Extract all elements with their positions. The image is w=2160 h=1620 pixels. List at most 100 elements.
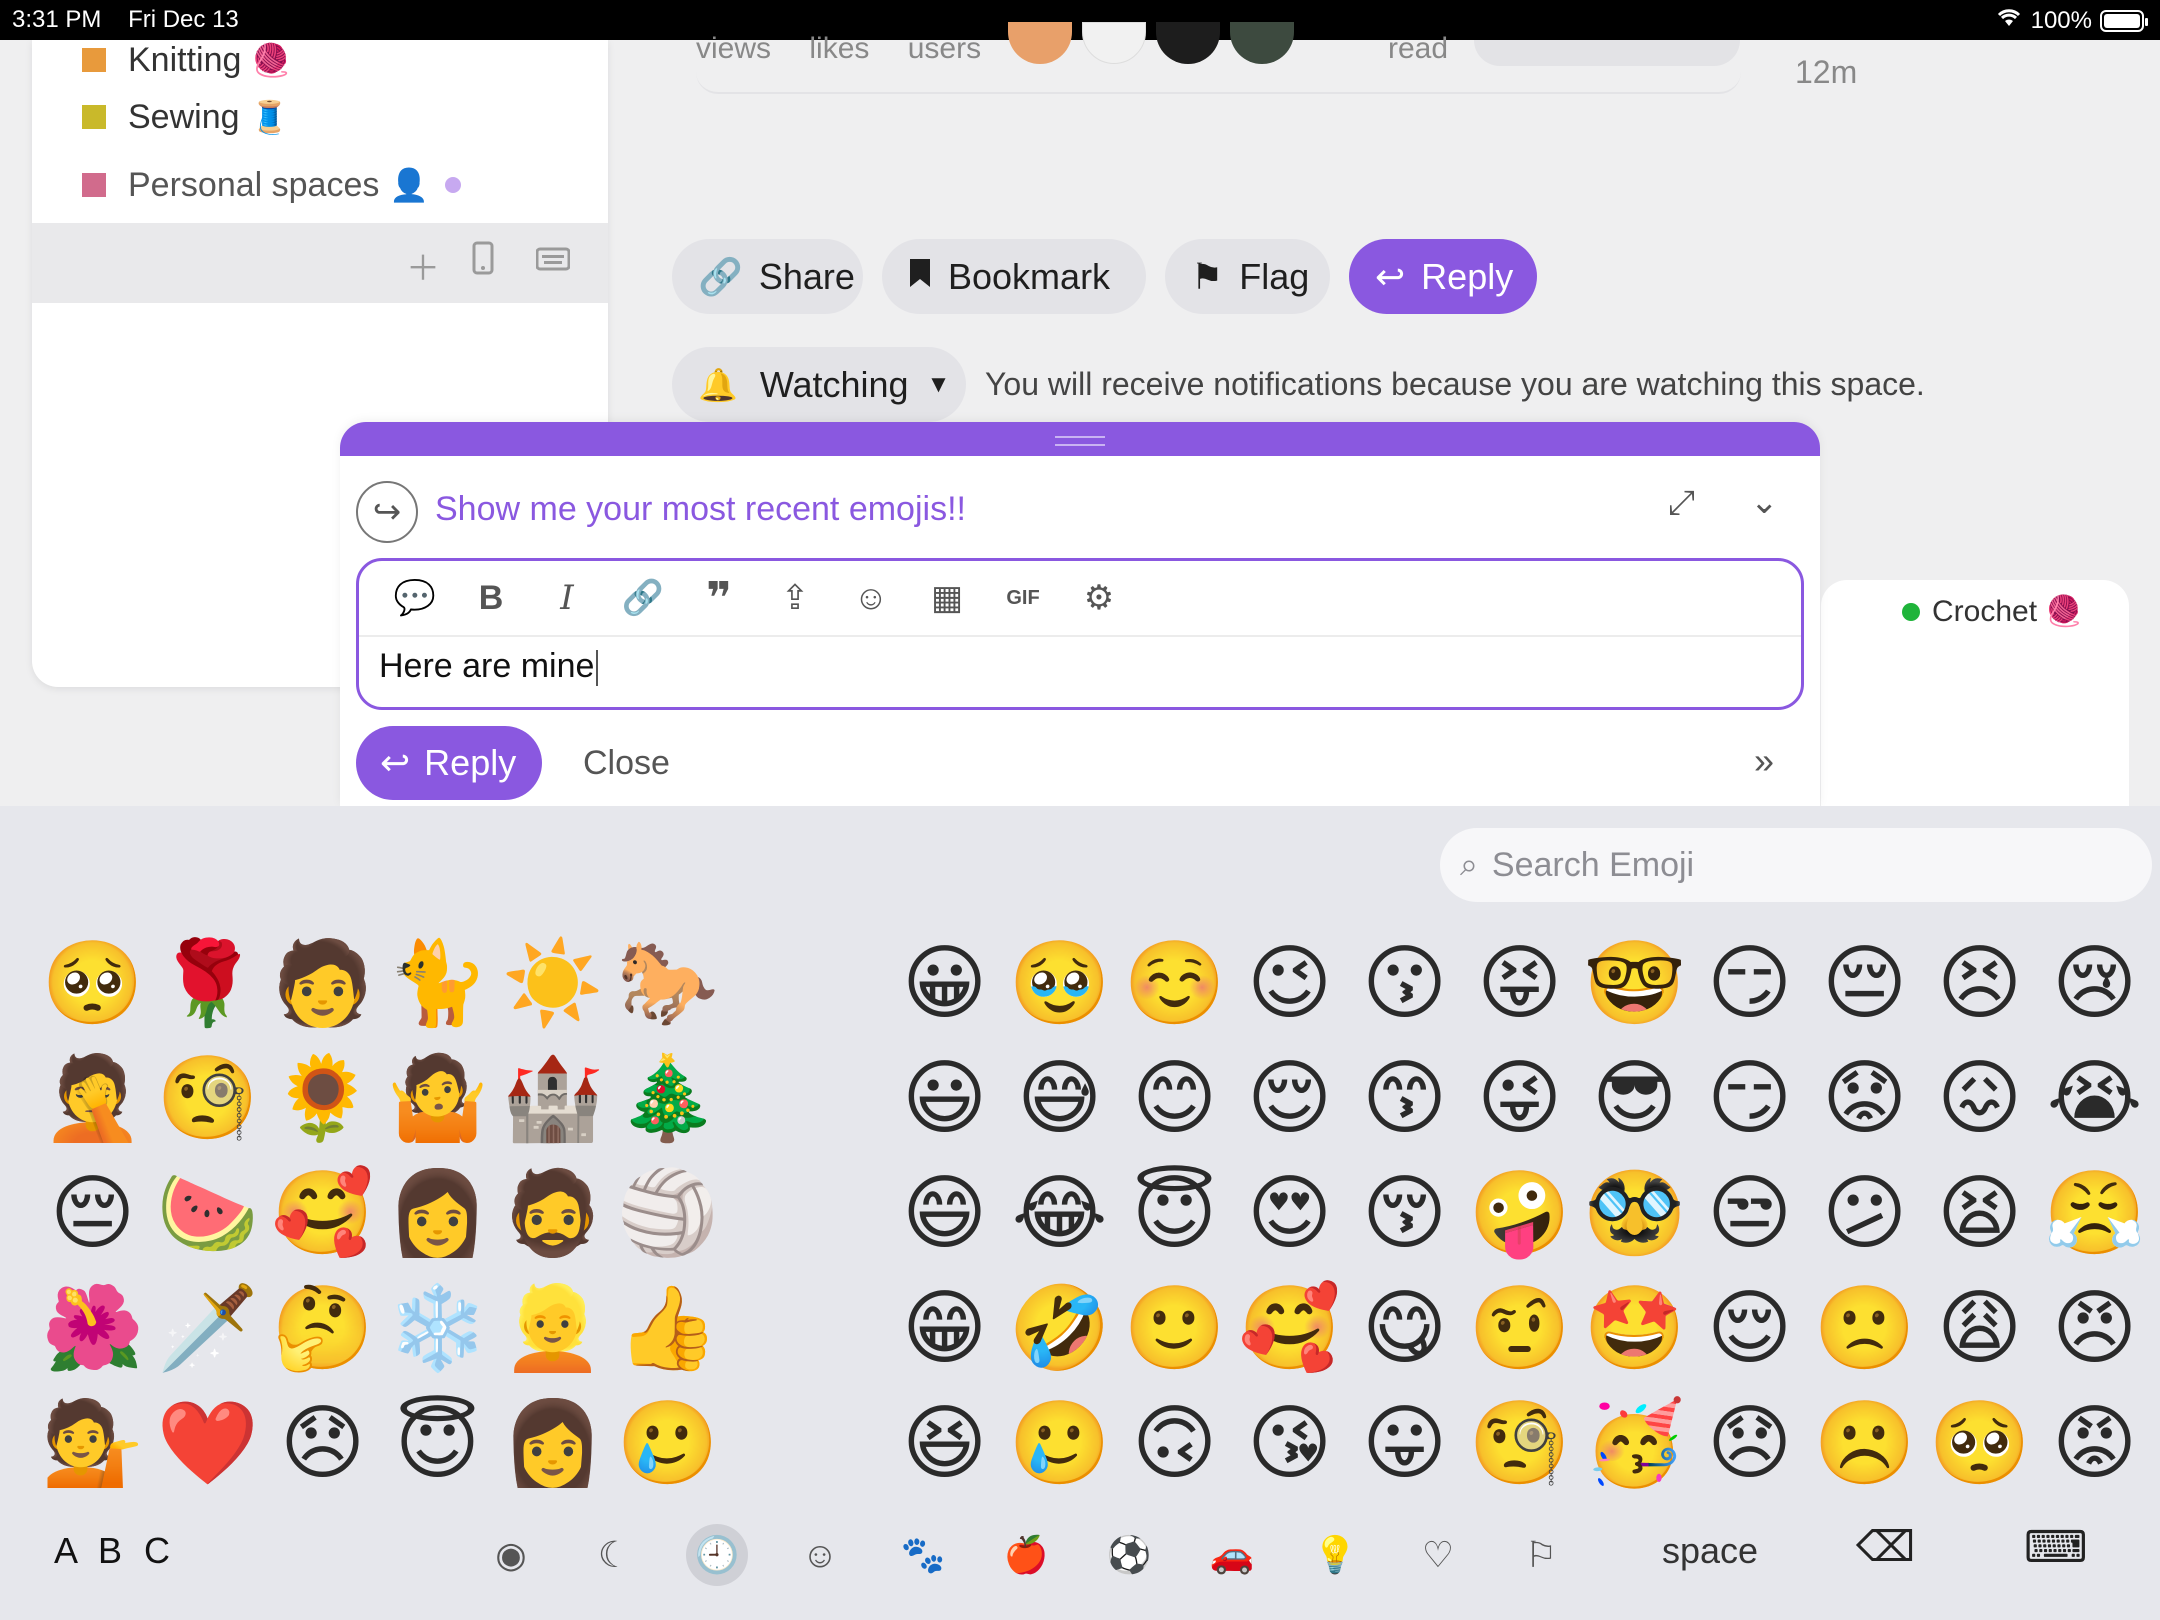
emoji-key[interactable]: 😁 — [887, 1271, 1002, 1386]
apple-icon[interactable]: 🍎 — [995, 1524, 1057, 1586]
emoji-search-input[interactable]: ⌕ Search Emoji — [1440, 828, 2152, 902]
emoji-key[interactable]: 😣 — [1922, 926, 2037, 1041]
emoji-key[interactable]: 🌹 — [150, 926, 265, 1041]
flag-button[interactable]: ⚑ Flag — [1165, 239, 1330, 314]
emoji-key[interactable]: 😔 — [1807, 926, 1922, 1041]
emoji-key[interactable]: 👩 — [495, 1386, 610, 1501]
emoji-key[interactable]: ☺️ — [1117, 926, 1232, 1041]
emoji-key[interactable]: 💁 — [35, 1386, 150, 1501]
emoji-key[interactable]: 😟 — [1807, 1041, 1922, 1156]
space-key[interactable]: space — [1662, 1530, 1758, 1572]
emoji-key[interactable]: 🤔 — [265, 1271, 380, 1386]
emoji-key[interactable]: 😫 — [1922, 1156, 2037, 1271]
reply-target-icon[interactable]: ↪ — [356, 481, 418, 543]
plus-icon[interactable]: ＋ — [406, 241, 440, 290]
emoji-key[interactable]: 😌 — [1692, 1271, 1807, 1386]
italic-icon[interactable]: I — [529, 578, 605, 618]
emoji-key[interactable]: 🥳 — [1577, 1386, 1692, 1501]
flag-icon[interactable]: ⚐ — [1510, 1524, 1572, 1586]
gear-icon[interactable]: ⚙ — [1061, 578, 1137, 618]
emoji-key[interactable]: 🎄 — [610, 1041, 725, 1156]
emoji-key[interactable]: 😒 — [1692, 1156, 1807, 1271]
sidebar-item-personal-spaces[interactable]: Personal spaces 👤 — [82, 160, 462, 210]
emoji-key[interactable]: 🥲 — [1002, 1386, 1117, 1501]
gif-icon[interactable]: GIF — [985, 587, 1061, 610]
emoji-key[interactable]: 😘 — [1232, 1386, 1347, 1501]
emoji-key[interactable]: 🧔 — [495, 1156, 610, 1271]
composer-editor[interactable]: 💬 B I 🔗 ❞ ⇪ ☺ ▦ GIF ⚙ Here are mine — [356, 558, 1804, 710]
emoji-key[interactable]: ❄️ — [380, 1271, 495, 1386]
emoji-key[interactable]: 😇 — [380, 1386, 495, 1501]
emoji-key[interactable]: 🧐 — [1462, 1386, 1577, 1501]
emoji-key[interactable]: 🐈 — [380, 926, 495, 1041]
composer-reply-button[interactable]: ↩ Reply — [356, 726, 542, 800]
link-icon[interactable]: 🔗 — [605, 578, 681, 618]
bookmark-button[interactable]: Bookmark — [882, 239, 1146, 314]
emoji-key[interactable]: ❤️ — [150, 1386, 265, 1501]
avatar[interactable] — [1008, 22, 1072, 64]
ball-icon[interactable]: ⚽ — [1098, 1524, 1160, 1586]
share-button[interactable]: 🔗 Share — [672, 239, 863, 314]
emoji-key[interactable]: 😎 — [1577, 1041, 1692, 1156]
emoji-key[interactable]: 🌻 — [265, 1041, 380, 1156]
emoji-key[interactable]: 🍉 — [150, 1156, 265, 1271]
emoji-key[interactable]: 😢 — [2037, 926, 2152, 1041]
emoji-key[interactable]: 🥰 — [1232, 1271, 1347, 1386]
emoji-key[interactable]: 😞 — [1692, 1386, 1807, 1501]
emoji-key[interactable]: 🙃 — [1117, 1386, 1232, 1501]
emoji-key[interactable]: 😞 — [265, 1386, 380, 1501]
emoji-key[interactable]: ☀️ — [495, 926, 610, 1041]
smiley-icon[interactable]: ☺ — [789, 1524, 851, 1586]
emoji-key[interactable]: 😀 — [887, 926, 1002, 1041]
blockquote-icon[interactable]: ❞ — [681, 573, 757, 624]
emoji-key[interactable]: 🐎 — [610, 926, 725, 1041]
avatar[interactable] — [1156, 22, 1220, 64]
emoji-key[interactable]: 😩 — [1922, 1271, 2037, 1386]
composer-drag-handle[interactable] — [340, 422, 1820, 456]
emoji-key[interactable]: 😤 — [2037, 1156, 2152, 1271]
emoji-key[interactable]: 😛 — [1347, 1386, 1462, 1501]
emoji-key[interactable]: 😃 — [887, 1041, 1002, 1156]
bold-icon[interactable]: B — [453, 579, 529, 618]
emoji-key[interactable]: 😌 — [1232, 1041, 1347, 1156]
emoji-key[interactable]: 😕 — [1807, 1156, 1922, 1271]
heart-icon[interactable]: ♡ — [1407, 1524, 1469, 1586]
upload-icon[interactable]: ⇪ — [757, 578, 833, 618]
emoji-key[interactable]: 😂 — [1002, 1156, 1117, 1271]
emoji-key[interactable]: 😠 — [2037, 1271, 2152, 1386]
emoji-key[interactable]: 🙁 — [1807, 1271, 1922, 1386]
keyboard-icon[interactable] — [535, 241, 571, 280]
emoji-key[interactable]: 🥰 — [265, 1156, 380, 1271]
composer-topic-title[interactable]: Show me your most recent emojis!! — [435, 490, 966, 529]
phone-icon[interactable] — [472, 241, 494, 284]
clock-icon[interactable]: 🕘 — [686, 1524, 748, 1586]
emoji-key[interactable]: 🥲 — [610, 1386, 725, 1501]
memoji-icon[interactable]: ◉ — [480, 1524, 542, 1586]
collapse-icon[interactable]: ⌄ — [1750, 482, 1779, 522]
reply-button-top[interactable]: ↩ Reply — [1349, 239, 1537, 314]
emoji-key[interactable]: 😆 — [887, 1386, 1002, 1501]
composer-textarea[interactable]: Here are mine — [359, 637, 1801, 696]
emoji-key[interactable]: 🥺 — [1922, 1386, 2037, 1501]
sidebar-item-knitting[interactable]: Knitting 🧶 — [82, 40, 291, 85]
emoji-key[interactable]: 🏰 — [495, 1041, 610, 1156]
double-chevron-right-icon[interactable]: » — [1754, 740, 1774, 782]
emoji-key[interactable]: 😡 — [2037, 1386, 2152, 1501]
notification-level-dropdown[interactable]: 🔔 Watching ▼ — [672, 347, 966, 422]
bulb-icon[interactable]: 💡 — [1304, 1524, 1366, 1586]
emoji-key[interactable]: 🧐 — [150, 1041, 265, 1156]
emoji-key[interactable]: 😋 — [1347, 1271, 1462, 1386]
emoji-key[interactable]: 😊 — [1117, 1041, 1232, 1156]
emoji-key[interactable]: 🤩 — [1577, 1271, 1692, 1386]
emoji-key[interactable]: 😖 — [1922, 1041, 2037, 1156]
emoji-key[interactable]: 👍 — [610, 1271, 725, 1386]
emoji-key[interactable]: 😜 — [1462, 1041, 1577, 1156]
emoji-key[interactable]: 😝 — [1462, 926, 1577, 1041]
emoji-key[interactable]: 😙 — [1347, 1041, 1462, 1156]
emoji-key[interactable]: 😇 — [1117, 1156, 1232, 1271]
expand-icon[interactable]: ⤢ — [1668, 484, 1695, 523]
emoji-key[interactable]: 😍 — [1232, 1156, 1347, 1271]
emoji-key[interactable]: 🤦 — [35, 1041, 150, 1156]
dog-icon[interactable]: 🐾 — [892, 1524, 954, 1586]
dismiss-keyboard-icon[interactable]: ⌨ — [2024, 1522, 2088, 1573]
